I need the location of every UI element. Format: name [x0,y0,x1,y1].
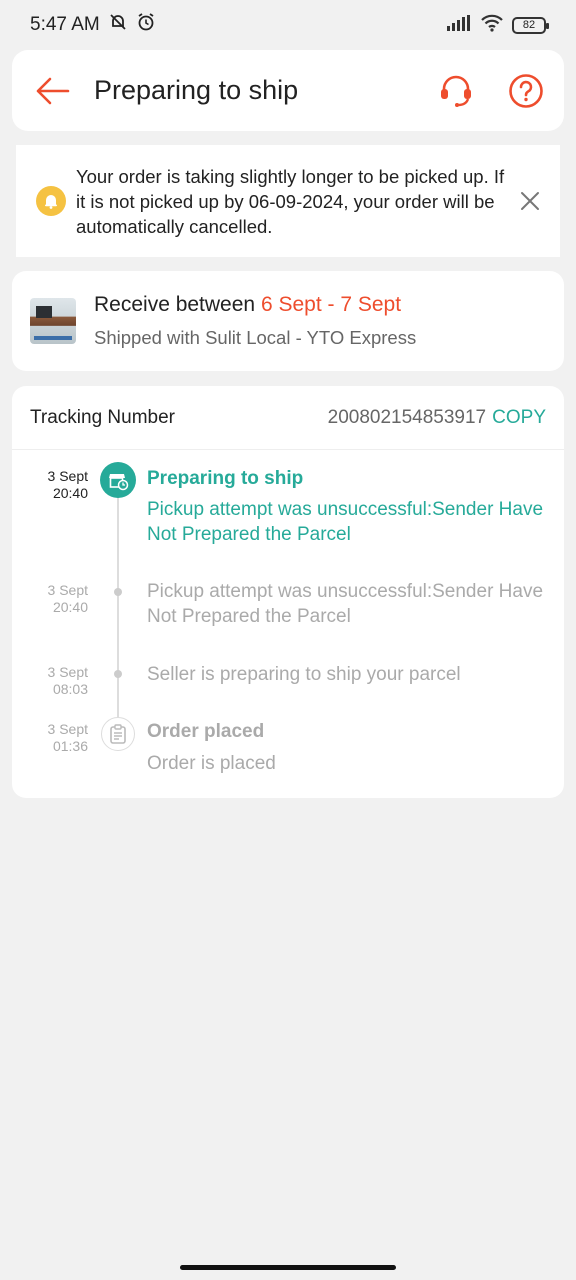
arrow-left-icon [36,77,70,104]
event-detail: Order is placed [147,753,276,774]
shipping-carrier: Shipped with Sulit Local - YTO Express [94,327,417,348]
tracking-header: Tracking Number 200802154853917 COPY [12,386,564,450]
question-icon [509,73,543,108]
battery-level: 82 [522,19,536,31]
event-entry: Preparing to ship Pickup attempt was uns… [147,466,547,547]
battery-icon: 82 [512,16,549,34]
tracking-label: Tracking Number [30,406,176,428]
receive-dates: 6 Sept - 7 Sept [260,293,402,316]
event-detail: Pickup attempt was unsuccessful:Sender H… [147,499,544,545]
delivery-estimate-card[interactable]: Receive between 6 Sept - 7 Sept Shipped … [12,271,564,371]
event-detail: Seller is preparing to ship your parcel [147,664,461,685]
top-app-bar: Preparing to ship [12,50,564,131]
status-time: 5:47 AM [30,14,100,35]
event-date: 3 Sept [47,468,88,484]
pickup-warning-banner: Your order is taking slightly longer to … [16,145,560,257]
alarm-icon [136,12,156,38]
timeline-line [117,488,119,726]
home-indicator[interactable] [180,1265,396,1270]
close-notice-button[interactable] [516,187,544,215]
mute-icon [108,12,128,38]
headset-icon [441,75,471,107]
event-detail: Pickup attempt was unsuccessful:Sender H… [147,581,544,627]
event-timestamp: 3 Sept 01:36 [20,721,88,755]
receive-line: Receive between 6 Sept - 7 Sept [94,293,416,317]
tracking-number: 200802154853917 [327,406,487,428]
event-title: Order placed [147,721,265,742]
event-time: 20:40 [52,485,88,501]
help-button[interactable] [508,73,544,109]
event-entry: Seller is preparing to ship your parcel [147,662,547,687]
page-title: Preparing to ship [94,75,299,105]
back-button[interactable] [32,71,72,111]
wifi-icon [480,14,504,37]
event-time: 01:36 [52,738,88,754]
event-title: Preparing to ship [147,468,304,489]
bell-icon [36,186,66,216]
copy-button[interactable]: COPY [492,407,546,429]
status-bar: 5:47 AM 82 [0,0,576,50]
tracking-card: Tracking Number 200802154853917 COPY 3 S… [12,386,564,798]
timeline-dot [114,588,122,596]
shop-clock-icon [100,462,136,498]
event-timestamp: 3 Sept 20:40 [20,468,88,502]
receive-prefix: Receive between [94,293,256,316]
customer-support-button[interactable] [438,73,474,109]
signal-icon [446,14,472,36]
close-icon [521,192,539,210]
event-entry: Order placed Order is placed [147,719,547,776]
event-date: 3 Sept [47,582,88,598]
event-time: 20:40 [52,599,88,615]
event-timestamp: 3 Sept 20:40 [20,582,88,616]
timeline-dot [114,670,122,678]
event-date: 3 Sept [47,721,88,737]
clipboard-icon [101,717,135,751]
event-entry: Pickup attempt was unsuccessful:Sender H… [147,579,547,629]
event-date: 3 Sept [47,664,88,680]
notice-text: Your order is taking slightly longer to … [76,165,505,237]
event-time: 08:03 [52,681,88,697]
event-timestamp: 3 Sept 08:03 [20,664,88,698]
product-thumbnail [30,298,76,344]
